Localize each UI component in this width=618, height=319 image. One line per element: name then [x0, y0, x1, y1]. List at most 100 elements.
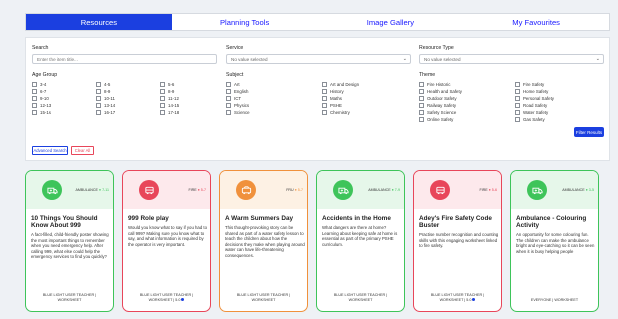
age-checkbox[interactable]: 5-6	[160, 81, 174, 87]
age-checkbox[interactable]: 8-9	[160, 88, 174, 94]
age-checkbox[interactable]: 8-9	[96, 88, 110, 94]
tab-my-favourites[interactable]: My Favourites	[463, 14, 609, 30]
checkbox-box[interactable]	[322, 88, 327, 94]
theme-checkbox[interactable]: Health and Safety	[419, 88, 462, 94]
checkbox-box[interactable]	[226, 88, 231, 94]
age-checkbox[interactable]: 17-18	[160, 109, 179, 115]
checkbox-box[interactable]	[96, 81, 101, 87]
chevron-down-icon: ⌄	[595, 56, 600, 62]
resource-card[interactable]: AMBULANCE ● 7-11 10 Things You Should Kn…	[25, 170, 114, 312]
checkbox-box[interactable]	[515, 102, 520, 108]
checkbox-box[interactable]	[32, 102, 37, 108]
subject-checkbox[interactable]: Science	[226, 109, 250, 115]
checkbox-box[interactable]	[515, 116, 520, 122]
subject-checkbox[interactable]: History	[322, 88, 344, 94]
theme-checkbox[interactable]: Safety Science	[419, 109, 456, 115]
age-checkbox[interactable]: 10-11	[96, 95, 115, 101]
checkbox-box[interactable]	[419, 95, 424, 101]
age-checkbox[interactable]: 15-1s	[32, 109, 51, 115]
checkbox-label: 17-18	[168, 109, 180, 115]
checkbox-box[interactable]	[322, 102, 327, 108]
subject-checkbox[interactable]: ICT	[226, 95, 241, 101]
checkbox-box[interactable]	[32, 81, 37, 87]
resource-type-select[interactable]: No value selected ⌄	[419, 54, 604, 64]
search-label: Search	[32, 45, 49, 51]
search-input[interactable]	[37, 56, 216, 62]
theme-checkbox[interactable]: Home Safety	[515, 88, 548, 94]
checkbox-label: Road Safety	[523, 102, 548, 108]
checkbox-box[interactable]	[32, 88, 37, 94]
search-field[interactable]	[32, 54, 217, 64]
checkbox-label: Physics	[234, 102, 250, 108]
subject-checkbox[interactable]: Chemistry	[322, 109, 350, 115]
checkbox-box[interactable]	[226, 81, 231, 87]
theme-checkbox[interactable]: Road Safety	[515, 102, 547, 108]
checkbox-box[interactable]	[322, 109, 327, 115]
checkbox-box[interactable]	[160, 88, 165, 94]
theme-checkbox[interactable]: Personal Safety	[515, 95, 554, 101]
advanced-search-button[interactable]: Advanced Search	[32, 146, 68, 155]
checkbox-box[interactable]	[322, 95, 327, 101]
checkbox-box[interactable]	[160, 81, 165, 87]
checkbox-box[interactable]	[96, 109, 101, 115]
checkbox-label: Water Safety	[523, 109, 549, 115]
theme-checkbox[interactable]: Fire Historic	[419, 81, 450, 87]
theme-checkbox[interactable]: Gas Safety	[515, 116, 545, 122]
clear-all-button[interactable]: Clear All	[71, 146, 94, 155]
theme-checkbox[interactable]: Outdoor Safety	[419, 95, 457, 101]
tab-image-gallery[interactable]: Image Gallery	[318, 14, 464, 30]
subject-checkbox[interactable]: Art	[226, 81, 240, 87]
filter-results-button[interactable]: Filter Results	[574, 127, 604, 137]
service-select[interactable]: No value selected ⌄	[226, 54, 411, 64]
checkbox-box[interactable]	[515, 95, 520, 101]
checkbox-box[interactable]	[160, 95, 165, 101]
checkbox-box[interactable]	[96, 88, 101, 94]
age-checkbox[interactable]: 14-15	[160, 102, 179, 108]
checkbox-box[interactable]	[160, 102, 165, 108]
resource-card[interactable]: FRU ● 5-7 A Warm Summers Day This though…	[219, 170, 308, 312]
checkbox-box[interactable]	[419, 81, 424, 87]
checkbox-box[interactable]	[96, 95, 101, 101]
checkbox-box[interactable]	[96, 102, 101, 108]
age-checkbox[interactable]: 11-12	[160, 95, 179, 101]
tab-planning-tools[interactable]: Planning Tools	[172, 14, 318, 30]
subject-checkbox[interactable]: Physics	[226, 102, 249, 108]
age-checkbox[interactable]: 4-5	[96, 81, 110, 87]
age-checkbox[interactable]: 9-10	[32, 95, 49, 101]
subject-checkbox[interactable]: English	[226, 88, 248, 94]
checkbox-box[interactable]	[419, 102, 424, 108]
checkbox-box[interactable]	[226, 95, 231, 101]
theme-checkbox[interactable]: Fire Safety	[515, 81, 544, 87]
card-title: Accidents in the Home	[322, 215, 391, 222]
checkbox-box[interactable]	[32, 109, 37, 115]
tab-resources[interactable]: Resources	[26, 14, 172, 30]
resource-card[interactable]: FIRE ● 5-6 Adey's Fire Safety Code Buste…	[413, 170, 502, 312]
checkbox-box[interactable]	[419, 109, 424, 115]
resource-card[interactable]: AMBULANCE ● 7-9 Accidents in the Home Wh…	[316, 170, 405, 312]
checkbox-box[interactable]	[515, 81, 520, 87]
checkbox-box[interactable]	[322, 81, 327, 87]
checkbox-box[interactable]	[32, 95, 37, 101]
card-description: What dangers are there at home? Learning…	[322, 225, 398, 247]
subject-checkbox[interactable]: PSHE	[322, 102, 342, 108]
age-checkbox[interactable]: 3-4	[32, 81, 46, 87]
resource-card[interactable]: AMBULANCE ● 3-5 Ambulance - Colouring Ac…	[510, 170, 599, 312]
age-checkbox[interactable]: 6-7	[32, 88, 46, 94]
checkbox-box[interactable]	[160, 109, 165, 115]
theme-checkbox[interactable]: Online Safety	[419, 116, 453, 122]
age-checkbox[interactable]: 13-14	[96, 102, 115, 108]
checkbox-box[interactable]	[226, 109, 231, 115]
theme-checkbox[interactable]: Railway Safety	[419, 102, 456, 108]
theme-checkbox[interactable]: Water Safety	[515, 109, 548, 115]
checkbox-box[interactable]	[515, 109, 520, 115]
checkbox-box[interactable]	[419, 116, 424, 122]
checkbox-label: 10-11	[104, 95, 115, 101]
checkbox-box[interactable]	[515, 88, 520, 94]
checkbox-box[interactable]	[419, 88, 424, 94]
age-checkbox[interactable]: 12-13	[32, 102, 51, 108]
subject-checkbox[interactable]: Art and Design	[322, 81, 359, 87]
subject-checkbox[interactable]: Maths	[322, 95, 342, 101]
resource-card[interactable]: FIRE ● 5-7 999 Role play Would you know …	[122, 170, 211, 312]
checkbox-box[interactable]	[226, 102, 231, 108]
age-checkbox[interactable]: 16-17	[96, 109, 115, 115]
